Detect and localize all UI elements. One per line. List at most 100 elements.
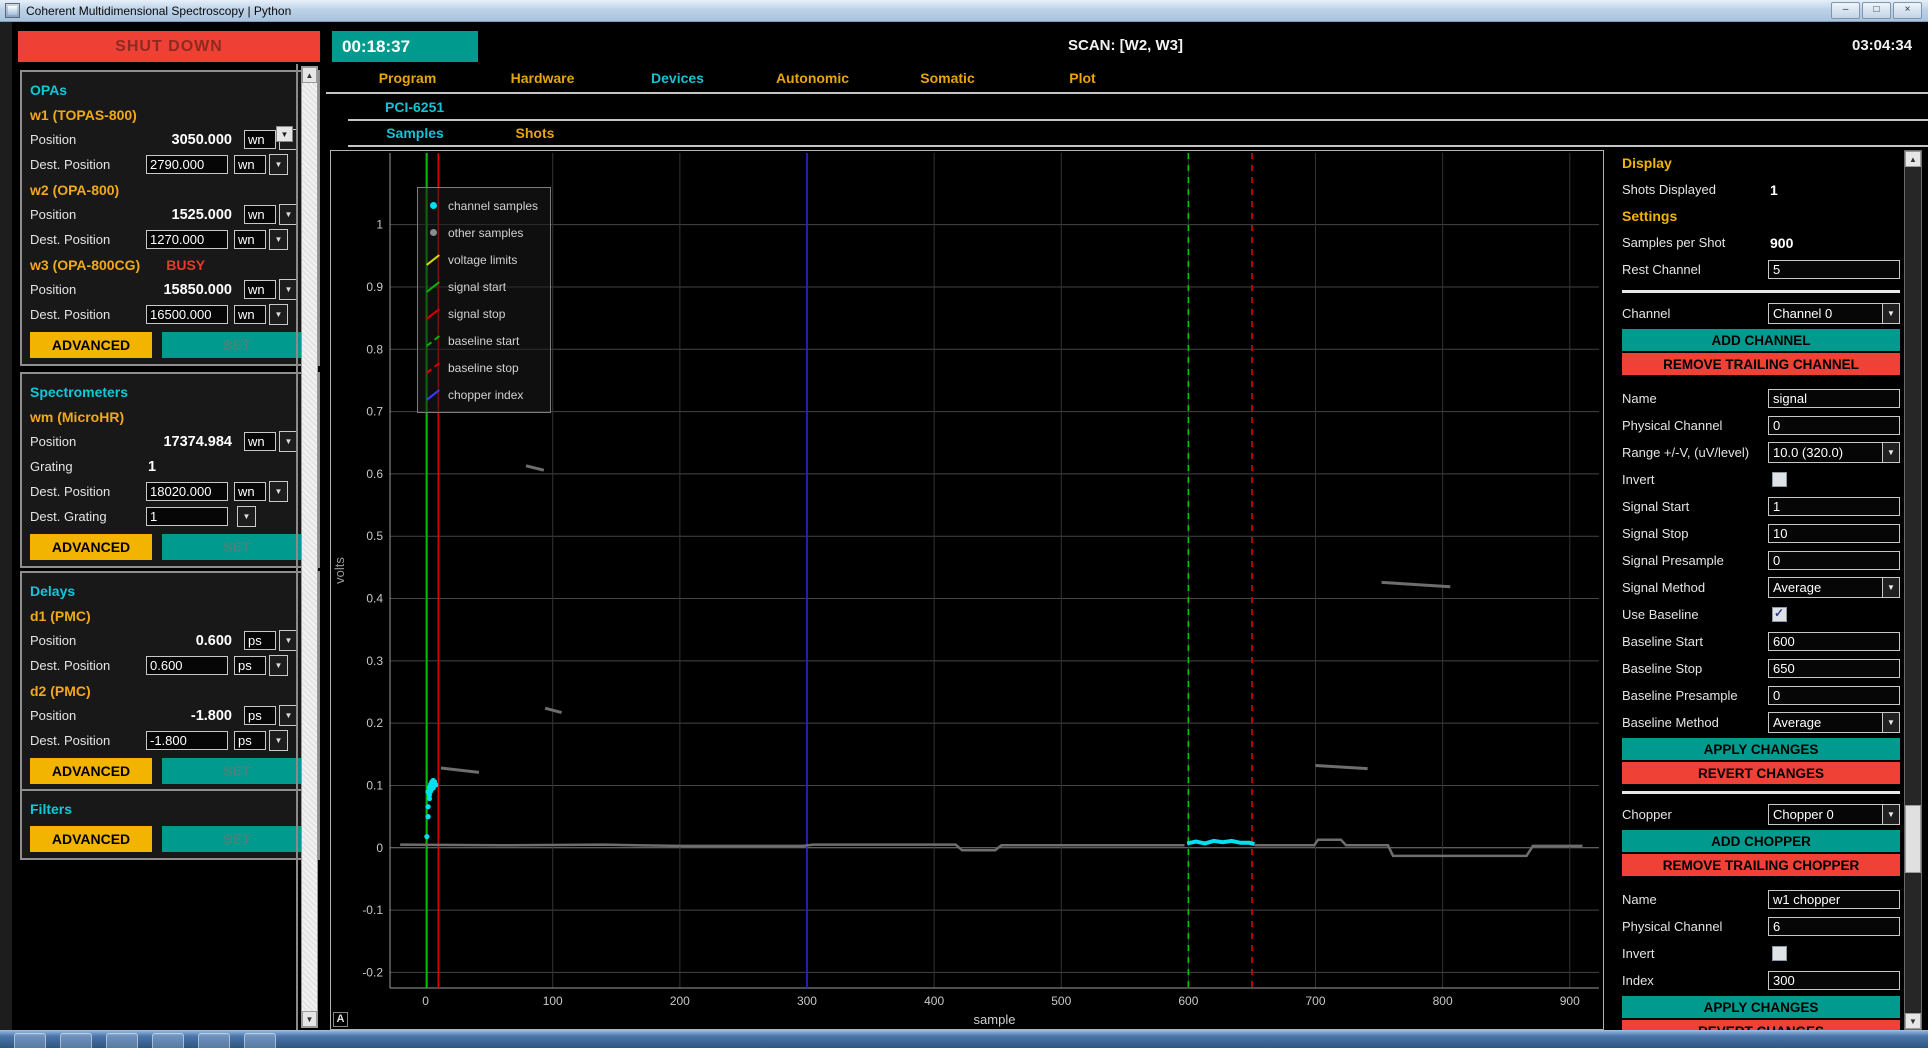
scroll-down-icon[interactable]: ▼ xyxy=(302,1011,317,1027)
scroll-down-icon[interactable]: ▼ xyxy=(1905,1013,1921,1029)
channel-select[interactable]: Channel 0▼ xyxy=(1768,303,1900,324)
tab-hardware[interactable]: Hardware xyxy=(475,70,610,86)
signal-method-select[interactable]: Average▼ xyxy=(1768,577,1900,598)
dest-grating-input[interactable] xyxy=(146,507,228,526)
invert-checkbox[interactable] xyxy=(1772,946,1787,961)
dest-position-input[interactable] xyxy=(146,482,228,501)
chevron-down-icon[interactable]: ▼ xyxy=(1882,304,1899,323)
taskbar-icon[interactable] xyxy=(198,1033,230,1048)
collapsed-combo-chevron-icon[interactable]: ▼ xyxy=(276,126,293,142)
apply-changes-button[interactable]: APPLY CHANGES xyxy=(1622,996,1900,1018)
set-button[interactable]: SET xyxy=(162,332,312,358)
tab-pci-6251[interactable]: PCI-6251 xyxy=(385,99,444,115)
settings-scrollbar[interactable]: ▲ ▼ xyxy=(1904,150,1922,1030)
shutdown-button[interactable]: SHUT DOWN xyxy=(18,31,320,62)
units-value: wn xyxy=(234,482,266,501)
baseline-stop-input[interactable] xyxy=(1768,659,1900,678)
rest-channel-input[interactable] xyxy=(1768,260,1900,279)
baseline-presample-input[interactable] xyxy=(1768,686,1900,705)
taskbar-icon[interactable] xyxy=(106,1033,138,1048)
dest-position-input[interactable] xyxy=(146,155,228,174)
name-input[interactable] xyxy=(1768,389,1900,408)
dest-position-input[interactable] xyxy=(146,731,228,750)
remove-trailing-channel-button[interactable]: REMOVE TRAILING CHANNEL xyxy=(1622,353,1900,375)
tab-plot[interactable]: Plot xyxy=(1015,70,1150,86)
add-chopper-button[interactable]: ADD CHOPPER xyxy=(1622,830,1900,852)
signal-stop-input[interactable] xyxy=(1768,524,1900,543)
name-input[interactable] xyxy=(1768,890,1900,909)
set-button[interactable]: SET xyxy=(162,534,312,560)
tab-program[interactable]: Program xyxy=(340,70,475,86)
subtab-samples[interactable]: Samples xyxy=(355,125,475,141)
chevron-down-icon[interactable]: ▼ xyxy=(1882,443,1899,462)
set-button[interactable]: SET xyxy=(162,826,312,852)
scrollbar-track[interactable] xyxy=(1905,167,1921,1013)
apply-changes-button[interactable]: APPLY CHANGES xyxy=(1622,738,1900,760)
invert-checkbox[interactable] xyxy=(1772,472,1787,487)
chevron-down-icon[interactable]: ▼ xyxy=(1882,805,1899,824)
windows-taskbar[interactable] xyxy=(0,1030,1928,1048)
revert-changes-button[interactable]: REVERT CHANGES xyxy=(1622,762,1900,784)
tab-devices[interactable]: Devices xyxy=(610,70,745,86)
subtab-shots[interactable]: Shots xyxy=(475,125,595,141)
tab-autonomic[interactable]: Autonomic xyxy=(745,70,880,86)
advanced-button[interactable]: ADVANCED xyxy=(30,534,152,560)
sidebar-scrollbar[interactable]: ▲ ▼ xyxy=(301,66,318,1028)
tab-somatic[interactable]: Somatic xyxy=(880,70,1015,86)
chevron-down-icon[interactable]: ▼ xyxy=(237,506,256,527)
chevron-down-icon[interactable]: ▼ xyxy=(1882,578,1899,597)
taskbar-icon[interactable] xyxy=(152,1033,184,1048)
dest-position-input[interactable] xyxy=(146,656,228,675)
chevron-down-icon[interactable]: ▼ xyxy=(269,304,288,325)
position-value: 17374.984 xyxy=(146,434,238,450)
physical-channel-input[interactable] xyxy=(1768,416,1900,435)
titlebar: Coherent Multidimensional Spectroscopy |… xyxy=(0,0,1928,22)
advanced-button[interactable]: ADVANCED xyxy=(30,826,152,852)
field-row-signal-start: Signal Start xyxy=(1622,493,1900,520)
channel-row: Channel Channel 0▼ xyxy=(1622,300,1900,327)
taskbar-icon[interactable] xyxy=(60,1033,92,1048)
baseline-start-input[interactable] xyxy=(1768,632,1900,651)
chevron-down-icon[interactable]: ▼ xyxy=(1882,713,1899,732)
range-v-uv-level--select[interactable]: 10.0 (320.0)▼ xyxy=(1768,442,1900,463)
advanced-button[interactable]: ADVANCED xyxy=(30,332,152,358)
units-value: wn xyxy=(244,432,276,451)
dest-position-input[interactable] xyxy=(146,230,228,249)
position-value: 1525.000 xyxy=(146,207,238,223)
signal-presample-input[interactable] xyxy=(1768,551,1900,570)
svg-text:0.5: 0.5 xyxy=(366,529,383,543)
taskbar-icon[interactable] xyxy=(14,1033,46,1048)
svg-text:0.7: 0.7 xyxy=(366,405,383,419)
maximize-button[interactable]: □ xyxy=(1862,2,1891,19)
index-input[interactable] xyxy=(1768,971,1900,990)
dest-position-input[interactable] xyxy=(146,305,228,324)
taskbar-icon[interactable] xyxy=(244,1033,276,1048)
autoscale-button[interactable]: A xyxy=(333,1012,348,1027)
chevron-down-icon[interactable]: ▼ xyxy=(269,481,288,502)
position-value: 15850.000 xyxy=(146,282,238,298)
physical-channel-input[interactable] xyxy=(1768,917,1900,936)
scroll-up-icon[interactable]: ▲ xyxy=(1905,151,1921,167)
chevron-down-icon[interactable]: ▼ xyxy=(269,655,288,676)
use-baseline-checkbox[interactable] xyxy=(1772,607,1787,622)
sample-plot[interactable]: -0.2-0.100.10.20.30.40.50.60.70.80.91010… xyxy=(330,150,1604,1030)
chopper-select[interactable]: Chopper 0▼ xyxy=(1768,804,1900,825)
baseline-method-select[interactable]: Average▼ xyxy=(1768,712,1900,733)
close-button[interactable]: × xyxy=(1893,2,1922,19)
remove-trailing-chopper-button[interactable]: REMOVE TRAILING CHOPPER xyxy=(1622,854,1900,876)
scrollbar-track[interactable] xyxy=(302,83,317,1011)
set-button[interactable]: SET xyxy=(162,758,312,784)
field-label: Use Baseline xyxy=(1622,607,1772,622)
chevron-down-icon[interactable]: ▼ xyxy=(269,154,288,175)
chevron-down-icon[interactable]: ▼ xyxy=(269,730,288,751)
scrollbar-thumb[interactable] xyxy=(1905,805,1921,873)
add-channel-button[interactable]: ADD CHANNEL xyxy=(1622,329,1900,351)
signal-start-input[interactable] xyxy=(1768,497,1900,516)
minimize-button[interactable]: – xyxy=(1831,2,1860,19)
scroll-up-icon[interactable]: ▲ xyxy=(302,67,317,83)
advanced-button[interactable]: ADVANCED xyxy=(30,758,152,784)
row-label: Position xyxy=(30,282,146,297)
device-header-w3: w3 (OPA-800CG)BUSY xyxy=(30,252,312,277)
svg-text:0.4: 0.4 xyxy=(366,592,383,606)
chevron-down-icon[interactable]: ▼ xyxy=(269,229,288,250)
